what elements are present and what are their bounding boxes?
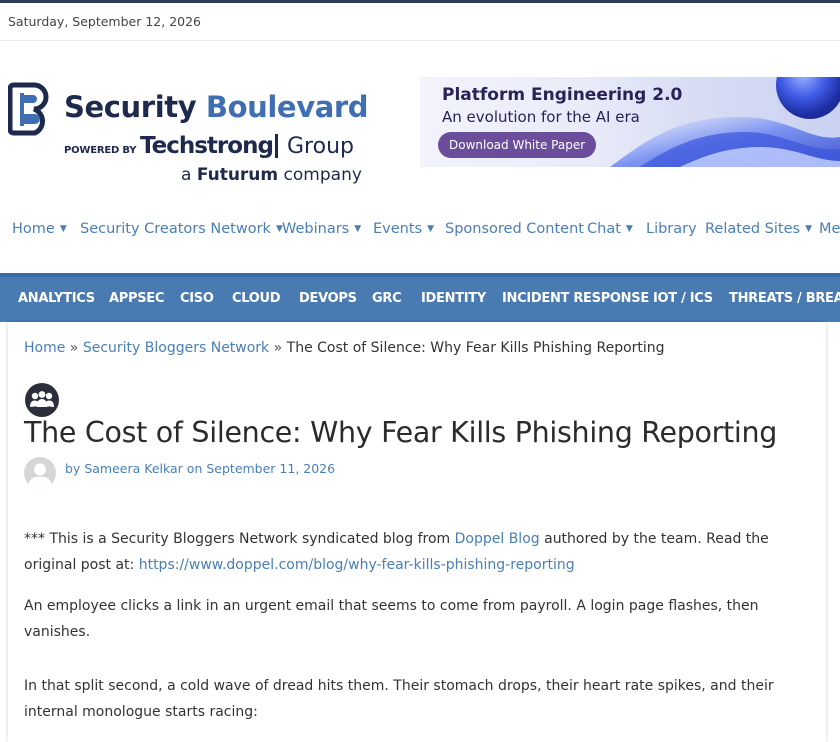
nav-security-creators-network[interactable]: Security Creators Network ▼ bbox=[80, 221, 283, 237]
category-devops[interactable]: DEVOPS bbox=[299, 291, 357, 306]
futurum-suffix: company bbox=[283, 165, 362, 185]
category-iot-ics[interactable]: IOT / ICS bbox=[653, 291, 713, 306]
category-identity[interactable]: IDENTITY bbox=[421, 291, 486, 306]
ad-subtitle: An evolution for the AI era bbox=[442, 108, 640, 126]
breadcrumb-current: The Cost of Silence: Why Fear Kills Phis… bbox=[286, 340, 665, 356]
nav-chat-label: Chat bbox=[587, 221, 621, 237]
breadcrumb-home[interactable]: Home bbox=[24, 340, 65, 356]
security-boulevard-logo-icon bbox=[8, 82, 49, 136]
chevron-down-icon: ▼ bbox=[427, 224, 435, 234]
category-appsec[interactable]: APPSEC bbox=[109, 291, 164, 306]
futurum-tagline: a Futurum company bbox=[181, 165, 362, 185]
breadcrumb: Home » Security Bloggers Network » The C… bbox=[24, 340, 665, 356]
source-blog-link[interactable]: Doppel Blog bbox=[455, 531, 540, 547]
nav-more[interactable]: Me bbox=[819, 221, 840, 237]
byline-by: by bbox=[65, 461, 81, 476]
category-bar: ANALYTICS APPSEC CISO CLOUD DEVOPS GRC I… bbox=[0, 273, 840, 322]
brand-title: Security Boulevard bbox=[64, 90, 369, 124]
nav-events-label: Events bbox=[373, 221, 423, 237]
nav-related-sites-label: Related Sites bbox=[705, 221, 801, 237]
ad-title: Platform Engineering 2.0 bbox=[442, 85, 683, 105]
category-grc[interactable]: GRC bbox=[372, 291, 402, 306]
nav-home-label: Home bbox=[12, 221, 55, 237]
post-date-link[interactable]: September 11, 2026 bbox=[206, 461, 335, 476]
nav-events[interactable]: Events ▼ bbox=[373, 221, 434, 237]
download-white-paper-button[interactable]: Download White Paper bbox=[438, 132, 597, 158]
nav-home[interactable]: Home ▼ bbox=[12, 221, 67, 237]
original-post-link[interactable]: https://www.doppel.com/blog/why-fear-kil… bbox=[139, 557, 575, 573]
chevron-down-icon: ▼ bbox=[354, 224, 362, 234]
site-logo[interactable]: Security Boulevard POWERED BY Techstrong… bbox=[8, 80, 369, 190]
byline-on: on bbox=[186, 461, 203, 476]
current-date: Saturday, September 12, 2026 bbox=[8, 14, 202, 29]
nav-security-creators-network-label: Security Creators Network bbox=[80, 221, 271, 237]
chevron-down-icon: ▼ bbox=[805, 224, 812, 234]
main-nav: Home ▼ Security Creators Network ▼ Webinar… bbox=[0, 213, 840, 249]
futurum-name: Futurum bbox=[196, 165, 279, 185]
nav-webinars[interactable]: Webinars ▼ bbox=[282, 221, 361, 237]
group-wordmark: Group bbox=[287, 134, 354, 159]
category-analytics[interactable]: ANALYTICS bbox=[18, 291, 95, 306]
post-title: The Cost of Silence: Why Fear Kills Phis… bbox=[24, 416, 778, 449]
category-ciso[interactable]: CISO bbox=[180, 291, 214, 306]
post-byline: by Sameera Kelkar on September 11, 2026 bbox=[65, 461, 335, 476]
ad-banner[interactable]: Platform Engineering 2.0 An evolution fo… bbox=[420, 77, 840, 167]
syndication-prefix: *** This is a Security Bloggers Network … bbox=[24, 531, 451, 547]
category-incident-response[interactable]: INCIDENT RESPONSE bbox=[502, 291, 649, 306]
category-cloud[interactable]: CLOUD bbox=[232, 291, 281, 306]
people-group-icon bbox=[25, 383, 59, 417]
nav-related-sites[interactable]: Related Sites ▼ bbox=[705, 221, 812, 237]
futurum-prefix: a bbox=[181, 165, 192, 185]
breadcrumb-separator: » bbox=[273, 340, 283, 356]
breadcrumb-section[interactable]: Security Bloggers Network bbox=[83, 340, 269, 356]
article-card: Home » Security Bloggers Network » The C… bbox=[8, 322, 826, 742]
author-avatar-icon[interactable] bbox=[24, 457, 56, 489]
syndication-notice: *** This is a Security Bloggers Network … bbox=[24, 526, 824, 578]
brand-divider bbox=[275, 134, 278, 158]
chevron-down-icon: ▼ bbox=[625, 224, 633, 234]
breadcrumb-separator: » bbox=[69, 340, 79, 356]
brand-title-word1: Security bbox=[64, 90, 197, 124]
chevron-down-icon: ▼ bbox=[59, 224, 67, 234]
category-threats-breaches[interactable]: THREATS / BREACH bbox=[729, 291, 840, 306]
nav-webinars-label: Webinars bbox=[282, 221, 350, 237]
powered-by-label: POWERED BY bbox=[64, 145, 137, 156]
brand-title-word2: Boulevard bbox=[205, 90, 369, 124]
date-bar: Saturday, September 12, 2026 bbox=[0, 3, 840, 41]
nav-library[interactable]: Library bbox=[646, 221, 697, 237]
article-paragraph-1: An employee clicks a link in an urgent e… bbox=[24, 598, 759, 640]
nav-sponsored-content[interactable]: Sponsored Content bbox=[445, 221, 584, 237]
article-paragraph-2: In that split second, a cold wave of dre… bbox=[24, 678, 774, 720]
author-link[interactable]: Sameera Kelkar bbox=[84, 461, 182, 476]
nav-chat[interactable]: Chat ▼ bbox=[587, 221, 633, 237]
techstrong-wordmark: Techstrong bbox=[140, 133, 274, 159]
